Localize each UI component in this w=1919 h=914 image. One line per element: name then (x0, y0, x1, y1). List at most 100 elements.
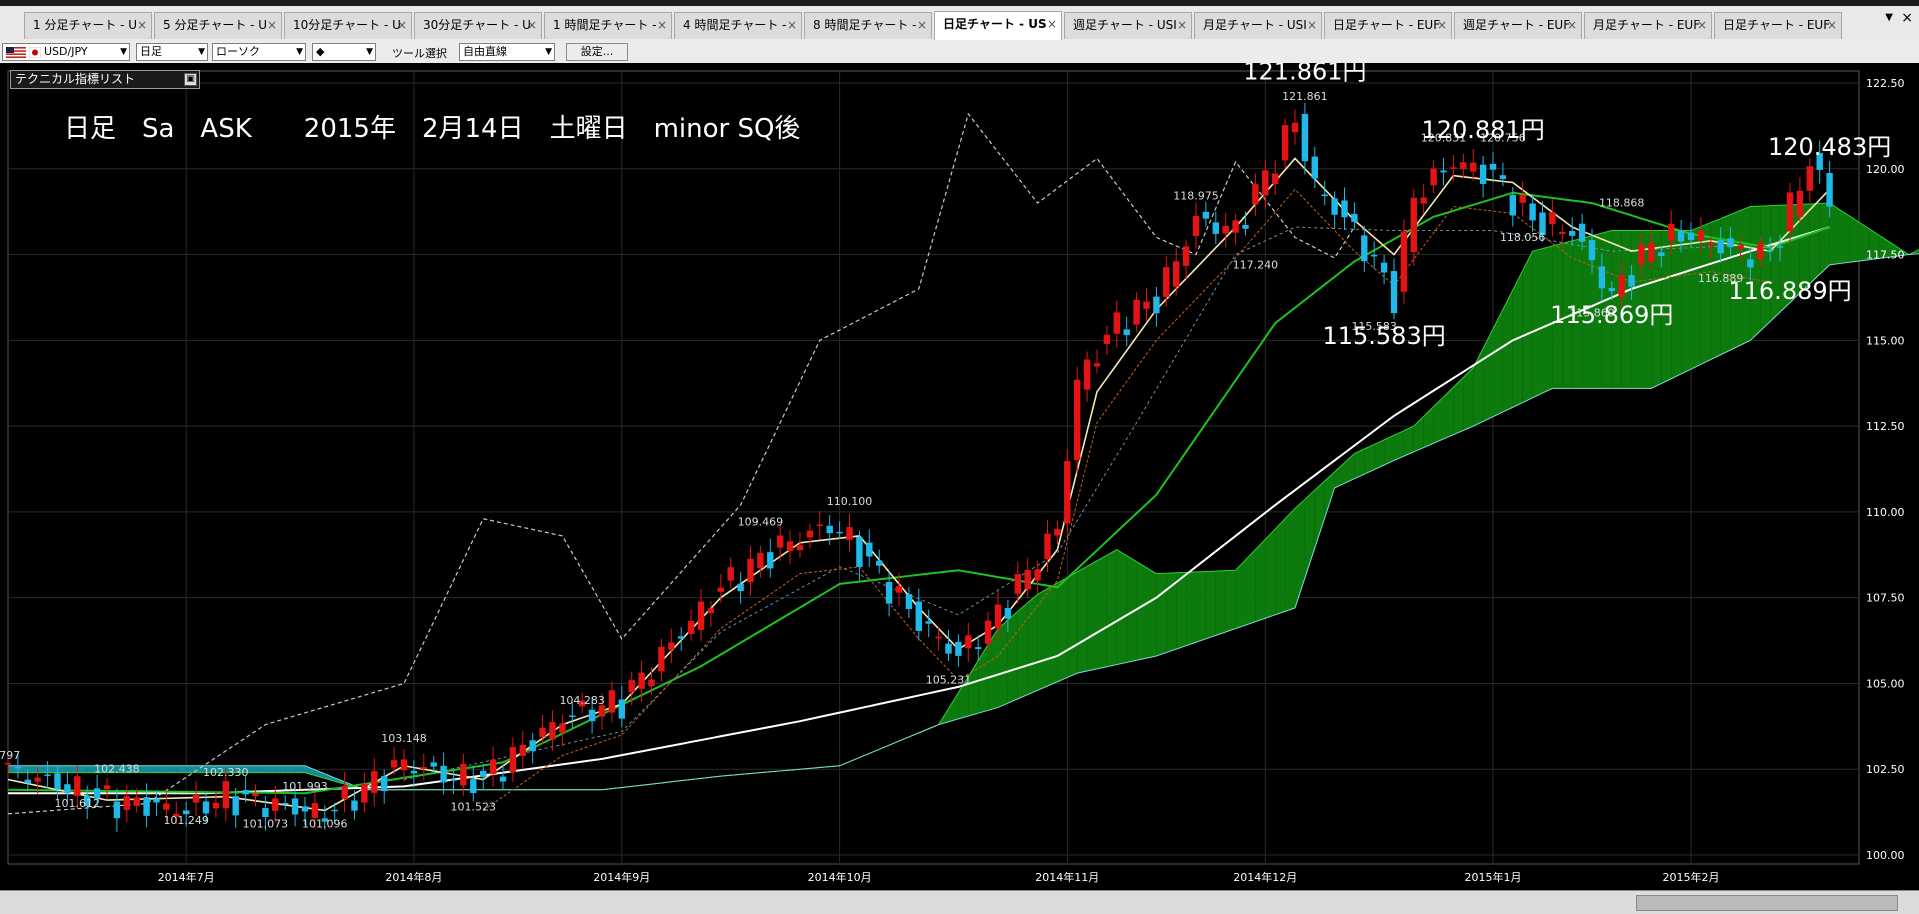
candle-body (747, 559, 753, 582)
ichimoku-cloud-segment (1236, 560, 1246, 629)
ichimoku-cloud-segment (1008, 611, 1018, 703)
candle-body (1094, 363, 1100, 366)
drawing-tool-select[interactable]: 自由直線 ▼ (459, 43, 555, 61)
tab-chart-5[interactable]: 1 時間足チャート -× (544, 12, 672, 39)
tab-chart-6[interactable]: 4 時間足チャート -× (674, 12, 802, 39)
price-data-label: 105.231 (926, 673, 972, 686)
x-tick-label: 2015年2月 (1663, 870, 1720, 884)
tab-chart-7[interactable]: 8 時間足チャート -× (804, 12, 932, 39)
close-tab-icon[interactable]: × (1177, 13, 1187, 38)
ichimoku-cloud-segment (147, 766, 157, 773)
close-tab-icon[interactable]: × (1901, 10, 1913, 26)
close-tab-icon[interactable]: × (267, 13, 277, 38)
drawing-tool-value: 自由直線 (463, 45, 507, 58)
candle-body (54, 773, 60, 789)
candle-body (1183, 246, 1189, 266)
timeframe-select[interactable]: 日足 ▼ (136, 43, 208, 61)
candle-body (1381, 263, 1387, 273)
candle-body (1549, 212, 1555, 224)
candle-body (1520, 195, 1526, 203)
tab-chart-12[interactable]: 週足チャート - EUF× (1454, 12, 1582, 39)
candle-body (1698, 230, 1704, 240)
candle-body (1599, 266, 1605, 288)
close-tab-icon[interactable]: × (657, 13, 667, 38)
price-data-label: 101.612 (55, 797, 101, 810)
tab-chart-2[interactable]: 5 分足チャート - U× (154, 12, 282, 39)
ichimoku-cloud-segment (1760, 206, 1770, 331)
candle-body (332, 810, 338, 812)
candle-body (1252, 184, 1258, 204)
candle-body (510, 747, 516, 772)
candle-body (1262, 170, 1268, 195)
close-tab-icon[interactable]: × (787, 13, 797, 38)
candle-body (619, 699, 625, 718)
candle-body (658, 647, 664, 672)
close-tab-icon[interactable]: × (1697, 13, 1707, 38)
tab-label: 1 分足チャート - U (33, 18, 137, 32)
ichimoku-cloud-segment (1394, 431, 1404, 461)
close-tab-icon[interactable]: × (1307, 13, 1317, 38)
ichimoku-cloud-segment (1503, 290, 1513, 412)
tab-label: 日足チャート - EUF (1333, 18, 1440, 32)
scrollbar-thumb[interactable] (1636, 895, 1898, 911)
tab-chart-3[interactable]: 10分足チャート - U× (284, 12, 412, 39)
candle-body (1312, 157, 1318, 179)
close-tab-icon[interactable]: × (527, 13, 537, 38)
candle-body (1797, 191, 1803, 217)
indicator-list-panel[interactable]: テクニカル指標リスト ▣ (10, 70, 200, 89)
tab-chart-4[interactable]: 30分足チャート - U× (414, 12, 542, 39)
candle-body (926, 621, 932, 623)
price-data-label: 101.249 (163, 814, 209, 827)
settings-button[interactable]: 設定... (566, 43, 628, 61)
candle-body (1034, 569, 1040, 580)
candle-body (1361, 235, 1367, 261)
close-tab-icon[interactable]: × (1047, 12, 1057, 37)
tab-chart-14[interactable]: 日足チャート - EUF× (1714, 12, 1842, 39)
price-data-label: 118.868 (1599, 197, 1645, 210)
tab-list-menu-icon[interactable]: ▼ (1885, 12, 1893, 23)
close-tab-icon[interactable]: × (1827, 13, 1837, 38)
candle-body (1777, 246, 1783, 248)
candle-body (1609, 288, 1615, 291)
price-annotation: 120.881円 (1421, 116, 1544, 144)
tab-chart-10[interactable]: 月足チャート - USI× (1194, 12, 1322, 39)
y-tick-label: 105.00 (1866, 677, 1905, 690)
tab-chart-8[interactable]: 日足チャート - US× (934, 11, 1062, 40)
ichimoku-cloud-segment (1216, 571, 1226, 636)
tab-chart-11[interactable]: 日足チャート - EUF× (1324, 12, 1452, 39)
tab-chart-9[interactable]: 週足チャート - USI× (1064, 12, 1192, 39)
candle-body (1727, 238, 1733, 247)
candle-body (421, 767, 427, 769)
price-chart[interactable]: .797102.438101.612102.330101.249101.9931… (0, 63, 1919, 890)
close-tab-icon[interactable]: × (397, 13, 407, 38)
candle-body (1638, 244, 1644, 264)
currency-pair-select[interactable]: USD/JPY ▼ (2, 43, 130, 61)
close-tab-icon[interactable]: × (137, 13, 147, 38)
candle-body (906, 594, 912, 609)
panel-toggle-icon[interactable]: ▣ (184, 73, 197, 86)
candle-body (1411, 198, 1417, 252)
horizontal-scrollbar[interactable] (0, 890, 1919, 914)
close-tab-icon[interactable]: × (1437, 13, 1447, 38)
tab-label: 8 時間足チャート - (813, 18, 916, 32)
candle-body (282, 803, 288, 805)
close-tab-icon[interactable]: × (917, 13, 927, 38)
candle-body (1391, 271, 1397, 313)
candle-body (1114, 312, 1120, 333)
chevron-down-icon: ▼ (296, 44, 303, 60)
candle-body (1025, 570, 1031, 589)
candle-body (1223, 226, 1229, 234)
tab-chart-1[interactable]: 1 分足チャート - U× (24, 12, 152, 39)
line-style-select[interactable]: ◆ ▼ (312, 43, 376, 61)
ichimoku-cloud-segment (1137, 562, 1147, 661)
candle-body (1619, 275, 1625, 297)
candle-body (361, 784, 367, 803)
candle-body (1747, 259, 1753, 267)
chart-type-select[interactable]: ローソク ▼ (212, 43, 306, 61)
close-tab-icon[interactable]: × (1567, 13, 1577, 38)
currency-pair-value: USD/JPY (44, 45, 88, 58)
tab-chart-13[interactable]: 月足チャート - EUF× (1584, 12, 1712, 39)
chevron-down-icon: ▼ (120, 44, 127, 60)
candle-body (401, 759, 407, 770)
ichimoku-cloud-segment (1275, 519, 1285, 615)
